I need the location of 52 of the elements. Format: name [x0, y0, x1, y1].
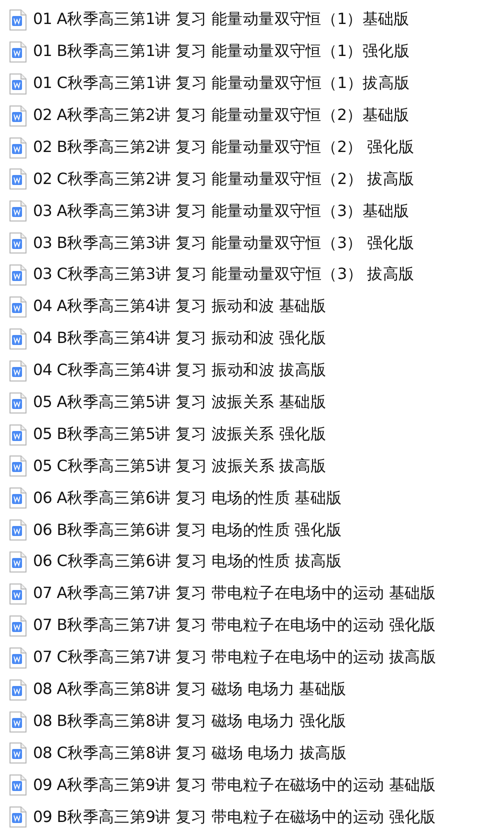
word-document-icon [9, 582, 27, 605]
word-document-icon [9, 296, 27, 318]
file-name[interactable]: 05 B秋季高三第5讲 复习 波振关系 强化版 [33, 422, 326, 446]
word-document-icon [9, 806, 27, 828]
word-document-icon [9, 232, 27, 254]
file-name[interactable]: 02 B秋季高三第2讲 复习 能量动量双守恒（2） 强化版 [33, 136, 414, 160]
file-name[interactable]: 08 C秋季高三第8讲 复习 磁场 电场力 拔高版 [33, 742, 347, 766]
word-document-icon [9, 328, 27, 350]
file-name[interactable]: 02 C秋季高三第2讲 复习 能量动量双守恒（2） 拔高版 [33, 168, 414, 192]
file-name[interactable]: 06 A秋季高三第6讲 复习 电场的性质 基础版 [33, 486, 342, 510]
file-name[interactable]: 09 B秋季高三第9讲 复习 带电粒子在磁场中的运动 强化版 [33, 806, 436, 829]
file-name[interactable]: 02 A秋季高三第2讲 复习 能量动量双守恒（2）基础版 [33, 104, 410, 128]
word-document-icon [9, 519, 27, 542]
file-name[interactable]: 03 A秋季高三第3讲 复习 能量动量双守恒（3）基础版 [33, 200, 410, 223]
file-name[interactable]: 01 A秋季高三第1讲 复习 能量动量双守恒（1）基础版 [33, 8, 410, 32]
file-name[interactable]: 03 C秋季高三第3讲 复习 能量动量双守恒（3） 拔高版 [33, 263, 414, 287]
file-name[interactable]: 06 B秋季高三第6讲 复习 电场的性质 强化版 [33, 518, 342, 542]
word-document-icon [9, 487, 27, 510]
file-name[interactable]: 04 A秋季高三第4讲 复习 振动和波 基础版 [33, 295, 326, 319]
word-document-icon [9, 424, 27, 446]
file-name[interactable]: 05 A秋季高三第5讲 复习 波振关系 基础版 [33, 391, 326, 414]
word-document-icon [9, 774, 27, 796]
word-document-icon [9, 136, 27, 158]
word-document-icon [9, 614, 27, 637]
file-name[interactable]: 07 A秋季高三第7讲 复习 带电粒子在电场中的运动 基础版 [33, 582, 436, 606]
file-name[interactable]: 09 A秋季高三第9讲 复习 带电粒子在磁场中的运动 基础版 [33, 774, 436, 797]
word-document-icon [9, 104, 27, 127]
word-document-icon [9, 392, 27, 414]
word-document-icon [9, 200, 27, 222]
file-name[interactable]: 05 C秋季高三第5讲 复习 波振关系 拔高版 [33, 454, 326, 478]
file-name[interactable]: 01 B秋季高三第1讲 复习 能量动量双守恒（1）强化版 [33, 40, 410, 64]
file-name[interactable]: 06 C秋季高三第6讲 复习 电场的性质 拔高版 [33, 550, 342, 574]
word-document-icon [9, 168, 27, 190]
word-document-icon [9, 360, 27, 382]
word-document-icon [9, 8, 27, 31]
word-document-icon [9, 646, 27, 669]
file-name[interactable]: 01 C秋季高三第1讲 复习 能量动量双守恒（1）拔高版 [33, 72, 410, 96]
word-document-icon [9, 551, 27, 574]
file-name[interactable]: 08 B秋季高三第8讲 复习 磁场 电场力 强化版 [33, 710, 346, 734]
file-name[interactable]: 07 C秋季高三第7讲 复习 带电粒子在电场中的运动 拔高版 [33, 646, 436, 670]
word-document-icon [9, 72, 27, 95]
word-document-icon [9, 40, 27, 63]
word-document-icon [9, 678, 27, 701]
file-name[interactable]: 04 C秋季高三第4讲 复习 振动和波 拔高版 [33, 359, 326, 382]
file-name[interactable]: 03 B秋季高三第3讲 复习 能量动量双守恒（3） 强化版 [33, 232, 414, 255]
word-document-icon [9, 742, 27, 764]
file-name[interactable]: 08 A秋季高三第8讲 复习 磁场 电场力 基础版 [33, 678, 346, 702]
file-name[interactable]: 07 B秋季高三第7讲 复习 带电粒子在电场中的运动 强化版 [33, 614, 436, 638]
word-document-icon [9, 710, 27, 733]
word-document-icon [9, 455, 27, 478]
word-document-icon [9, 264, 27, 286]
file-name[interactable]: 04 B秋季高三第4讲 复习 振动和波 强化版 [33, 327, 326, 350]
